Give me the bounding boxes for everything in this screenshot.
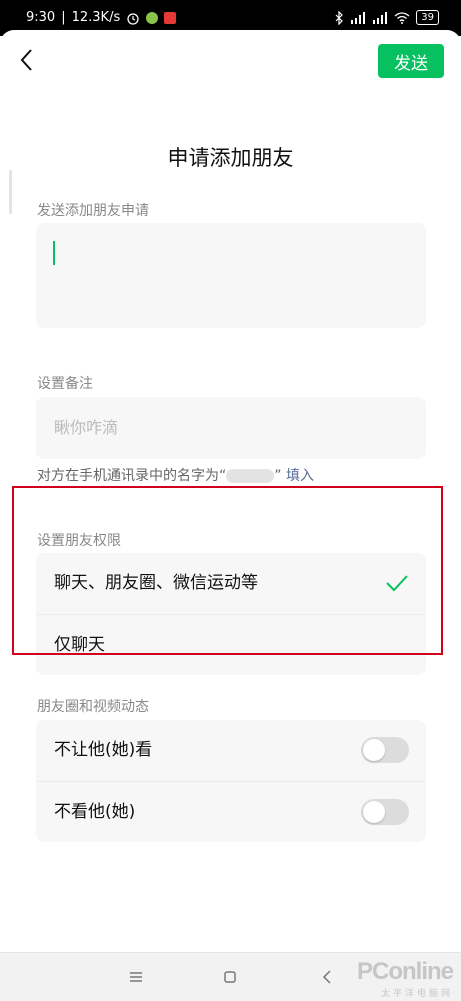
contact-name-hint: 对方在手机通讯录中的名字为“ ” 填入 bbox=[37, 465, 314, 485]
battery-indicator: 39 bbox=[416, 10, 439, 25]
request-label: 发送添加朋友申请 bbox=[37, 203, 149, 219]
signal-1-icon bbox=[351, 11, 366, 24]
watermark-sub: 太平洋电脑网 bbox=[380, 988, 453, 998]
hint-suffix: ” bbox=[274, 468, 282, 484]
chevron-left-icon[interactable] bbox=[14, 46, 42, 74]
alarm-icon bbox=[127, 12, 139, 25]
moments-label: 朋友圈和视频动态 bbox=[37, 699, 149, 715]
hide-my-moments-row: 不让他(她)看 bbox=[36, 720, 426, 781]
text-caret bbox=[53, 241, 55, 265]
back-nav-icon[interactable] bbox=[316, 965, 340, 989]
home-icon[interactable] bbox=[218, 965, 242, 989]
remark-label: 设置备注 bbox=[37, 376, 93, 392]
watermark-logo: PConline 太平洋电脑网 bbox=[356, 958, 454, 999]
app-notification-icon bbox=[146, 11, 159, 24]
network-speed: 12.3K/s bbox=[71, 10, 121, 25]
blurred-name bbox=[226, 469, 275, 483]
page-title: 申请添加朋友 bbox=[167, 146, 294, 170]
clock: 9:30 bbox=[26, 10, 56, 25]
scroll-indicator bbox=[9, 170, 12, 214]
toggle-label: 不让他(她)看 bbox=[54, 740, 153, 760]
hide-their-moments-row: 不看他(她) bbox=[36, 781, 426, 842]
remark-input[interactable]: 瞅你咋滴 bbox=[36, 397, 426, 459]
toggle-label: 不看他(她) bbox=[54, 802, 136, 822]
hide-my-moments-toggle[interactable] bbox=[361, 737, 409, 763]
moments-options: 不让他(她)看 不看他(她) bbox=[36, 720, 426, 842]
bluetooth-icon bbox=[335, 10, 344, 25]
separator: | bbox=[61, 10, 66, 25]
fill-name-link[interactable]: 填入 bbox=[286, 468, 314, 484]
menu-icon[interactable] bbox=[124, 965, 148, 989]
request-message-input[interactable] bbox=[36, 223, 426, 328]
send-button[interactable]: 发送 bbox=[378, 44, 444, 78]
wifi-icon bbox=[394, 11, 410, 24]
highlight-box bbox=[12, 486, 443, 655]
news-notification-icon bbox=[164, 11, 177, 24]
signal-2-icon bbox=[373, 11, 388, 24]
watermark-brand: PConline bbox=[356, 958, 454, 985]
hide-their-moments-toggle[interactable] bbox=[361, 799, 409, 825]
hint-prefix: 对方在手机通讯录中的名字为“ bbox=[37, 468, 227, 484]
